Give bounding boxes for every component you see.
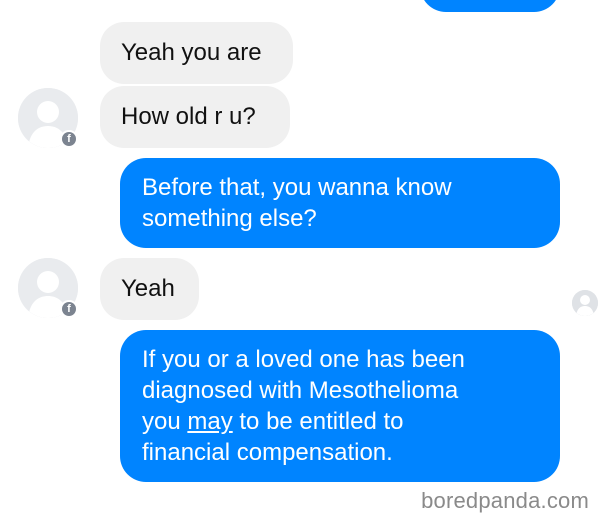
underlined-word: may (187, 408, 233, 435)
message-text: How old r u? (121, 103, 256, 130)
message-line: If you or a loved one has been (142, 346, 465, 373)
message-line: something else? (142, 205, 317, 232)
message-line: Before that, you wanna know (142, 174, 452, 201)
message-line: financial compensation. (142, 439, 393, 466)
incoming-message-bubble: Yeah (100, 258, 199, 320)
outgoing-message-bubble: Before that, you wanna know something el… (120, 158, 560, 248)
incoming-message-bubble: Yeah you are (100, 22, 293, 84)
facebook-badge-icon: f (60, 300, 78, 318)
message-text: Yeah you are (121, 39, 262, 66)
seen-avatar-icon (572, 290, 598, 316)
facebook-badge-icon: f (60, 130, 78, 148)
message-line: you may to be entitled to (142, 408, 404, 435)
watermark: boredpanda.com (421, 488, 589, 513)
incoming-message-bubble: How old r u? (100, 86, 290, 148)
message-text: Yeah (121, 275, 175, 302)
outgoing-message-bubble: If you or a loved one has been diagnosed… (120, 330, 560, 482)
previous-outgoing-bubble (420, 0, 560, 12)
message-line: diagnosed with Mesothelioma (142, 377, 459, 404)
